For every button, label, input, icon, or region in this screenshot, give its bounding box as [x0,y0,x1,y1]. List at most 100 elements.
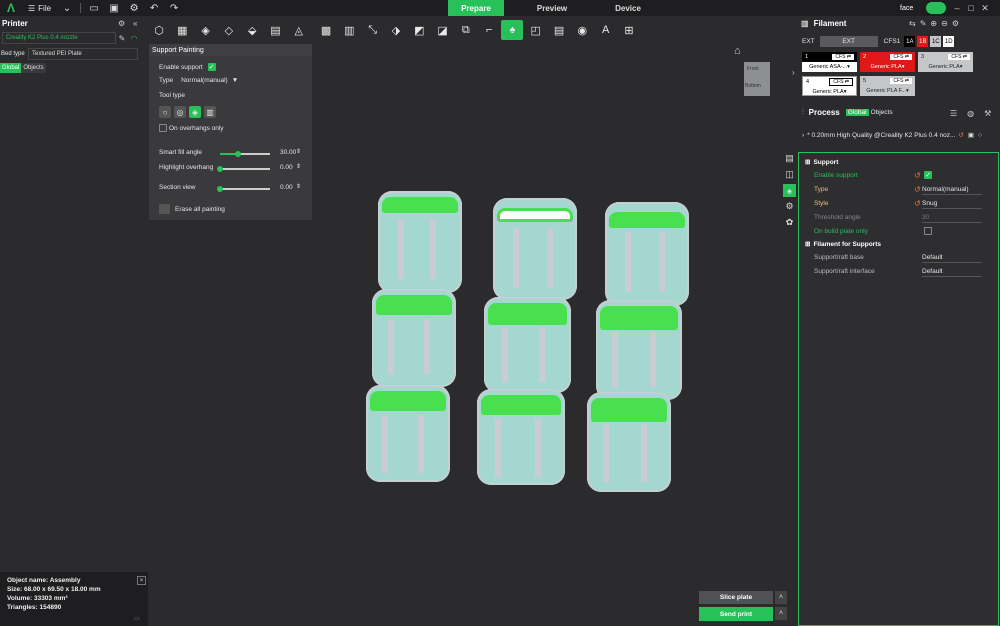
view-cube[interactable]: Front Bottom [744,62,770,96]
seg-global[interactable]: Global [0,63,22,73]
reset-icon[interactable]: ↺ [914,171,921,180]
save-icon[interactable]: ▣ [108,2,120,14]
support-painting-icon[interactable]: ♠ [501,20,524,40]
remove-icon[interactable]: ⊖ [941,19,948,28]
ext-box[interactable]: EXT [819,36,878,47]
cfs-slot-1b[interactable]: 1B [917,36,929,47]
close-icon[interactable]: ✕ [978,3,992,14]
cfs-slot-1d[interactable]: 1D [943,36,955,47]
gap-fill-icon[interactable]: ▥ [204,106,216,118]
brush-icon[interactable]: ✎ [920,19,927,28]
model-part[interactable] [366,385,450,482]
seam-painting-icon[interactable]: ◰ [525,20,547,40]
support-icon[interactable]: ♠ [783,184,796,197]
view-cube-arrow-icon[interactable]: › [792,68,795,77]
auto-arrange-icon[interactable]: ⬙ [241,20,263,40]
fuzzy-skin-icon[interactable]: ▤ [548,20,570,40]
process-seg-objects[interactable]: Objects [869,109,895,116]
cfs-slot-1c[interactable]: 1C [930,36,942,47]
stepper-icon[interactable]: ⇕ [296,163,301,170]
stepper-icon[interactable]: ⇕ [296,183,301,190]
sync-icon[interactable]: ⇆ [909,19,916,28]
object-list-icon[interactable]: ▤ [783,152,796,165]
bed-type-select[interactable]: Textured PEI Plate [28,48,138,60]
collapse-icon[interactable]: ▭ [134,615,140,622]
printer-settings-icon[interactable]: ⚙ [118,19,125,28]
scale-icon[interactable]: ⤡ [362,20,384,40]
assembly-view-icon[interactable]: ⊞ [618,20,640,40]
highlight-overhang-value[interactable]: 0.00 [280,164,293,171]
split-parts-icon[interactable]: ▥ [338,20,360,40]
orient-icon[interactable]: ◈ [195,20,217,40]
wrench-icon[interactable]: ⚒ [984,109,991,118]
maximize-icon[interactable]: □ [964,3,978,13]
filament-slot-5[interactable]: 5 CFS ⇄ Generic PLA F... ▾ [860,76,915,96]
stepper-icon[interactable]: ⇕ [296,148,301,155]
erase-all-button[interactable]: Erase all painting [159,204,225,214]
measure-icon[interactable]: ⌐ [478,20,500,40]
cloud-sync-icon[interactable] [926,2,946,14]
search-icon[interactable]: ○ [978,132,982,139]
highlight-overhang-slider[interactable] [217,166,270,172]
model-part[interactable] [484,297,571,393]
overhangs-only-checkbox[interactable] [159,124,167,132]
enable-support-checkbox[interactable]: ✓ [924,171,932,179]
add-object-icon[interactable]: ⬡ [148,20,170,40]
add-plate-icon[interactable]: ▦ [171,20,193,40]
boolean-icon[interactable]: ⧉ [455,20,477,40]
process-seg-global[interactable]: Global [845,109,869,116]
rotate-icon[interactable]: ◩ [408,20,430,40]
compare-icon[interactable]: ☰ [950,109,957,118]
reset-icon[interactable]: ↺ [958,131,963,139]
cube-bottom-label[interactable]: Bottom [745,83,761,89]
save-icon[interactable]: ▣ [968,131,974,139]
smart-fill-angle-slider[interactable] [220,151,270,157]
tab-preview[interactable]: Preview [524,0,580,16]
settings-gear-icon[interactable]: ⚙ [783,200,796,213]
reset-icon[interactable]: ↺ [914,185,921,194]
smart-fill-angle-knob[interactable] [234,151,241,157]
send-print-button[interactable]: Send print [699,607,773,621]
slice-plate-button[interactable]: Slice plate [699,591,773,604]
printer-select[interactable]: Creality K2 Plus 0.4 nozzle [2,32,116,44]
wifi-icon[interactable]: ◠ [128,34,140,43]
model-part[interactable] [596,300,682,400]
file-menu[interactable]: ☰ File [22,0,57,16]
filament-slot-3[interactable]: 3 CFS ⇄ Generic PLA ▾ [918,52,973,72]
model-part[interactable] [587,392,671,492]
section-view-knob[interactable] [217,186,223,192]
plugin-icon[interactable]: ✿ [783,216,796,229]
redo-icon[interactable]: ↷ [168,2,180,14]
user-name[interactable]: face [900,0,913,16]
move-icon[interactable]: ⬗ [385,20,407,40]
close-icon[interactable]: ✕ [137,576,146,585]
cube-front-label[interactable]: Front [747,66,759,72]
sphere-brush-icon[interactable]: ◎ [174,106,186,118]
color-painting-icon[interactable]: ◉ [571,20,593,40]
style-select[interactable]: Snug [922,199,982,209]
process-preset-select[interactable]: * 0.20mm High Quality @Creality K2 Plus … [807,132,955,139]
settings-gear-icon[interactable]: ⚙ [128,2,140,14]
cfs-slot-1a[interactable]: 1A [904,36,916,47]
highlight-overhang-knob[interactable] [217,166,223,172]
lay-on-face-icon[interactable]: ◬ [288,20,310,40]
model-part[interactable] [477,389,565,485]
collapse-icon[interactable]: « [133,19,137,28]
tab-device[interactable]: Device [600,0,656,16]
circle-brush-icon[interactable]: ○ [159,106,171,118]
arrange-icon[interactable]: ▤ [264,20,286,40]
type-select[interactable]: Normal(manual) [922,185,982,195]
model-part[interactable] [372,289,456,387]
model-part[interactable] [605,202,689,306]
settings-gear-icon[interactable]: ⚙ [952,19,959,28]
edit-icon[interactable]: ✎ [116,34,128,43]
chevron-down-icon[interactable]: ⌄ [61,2,73,14]
threshold-angle-input[interactable]: 30 [922,213,982,223]
home-view-icon[interactable]: ⌂ [734,45,741,57]
filament-slot-4[interactable]: 4 CFS ⇄ Generic PLA ▾ [802,76,857,96]
open-folder-icon[interactable]: ▭ [88,2,100,14]
add-icon[interactable]: ⊕ [930,19,937,28]
send-options-arrow-icon[interactable]: ˄ [775,607,787,620]
section-view-value[interactable]: 0.00 [280,184,293,191]
caret-down-icon[interactable]: ▼ [232,77,238,84]
